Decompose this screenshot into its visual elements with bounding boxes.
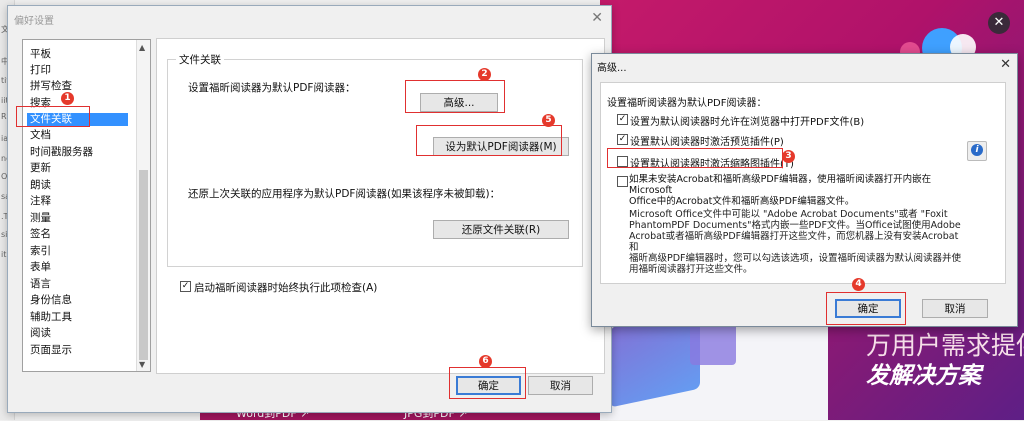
advanced-dialog-title: 高级... — [597, 63, 627, 74]
preferences-dialog: 偏好设置 ✕ 平板 打印 拼写检查 搜索 文件关联 文档 时间戳服务器 更新 朗… — [7, 5, 612, 413]
preview-plugin-label[interactable]: 设置默认阅读器时激活预览插件(P) — [630, 133, 784, 148]
category-scrollbar[interactable]: ▲ ▼ — [136, 40, 150, 371]
category-item[interactable]: 辅助工具 — [30, 311, 72, 324]
info-glyph: i — [971, 144, 983, 156]
category-item[interactable]: 朗读 — [30, 179, 51, 192]
step-badge: 4 — [852, 278, 865, 291]
scroll-down-icon[interactable]: ▼ — [139, 360, 145, 369]
advanced-panel: 设置福昕阅读器为默认PDF阅读器： ✓ 设置为默认阅读器时允许在浏览器中打开PD… — [600, 82, 1006, 284]
highlight-box — [16, 106, 90, 127]
step-badge: 2 — [478, 68, 491, 81]
restore-label: 还原上次关联的应用程序为默认PDF阅读器(如果该程序未被卸载)： — [188, 188, 501, 200]
category-item[interactable]: 身份信息 — [30, 294, 72, 307]
highlight-box — [416, 125, 562, 156]
advanced-cancel-button[interactable]: 取消 — [922, 299, 988, 318]
info-icon[interactable]: i — [967, 141, 987, 161]
category-item[interactable]: 打印 — [30, 64, 51, 77]
category-item[interactable]: 时间戳服务器 — [30, 146, 93, 159]
file-association-group: 文件关联 设置福昕阅读器为默认PDF阅读器： 高级... 设为默认PDF阅读器(… — [167, 52, 583, 267]
description-line: 用福昕阅读器打开这些文件。 — [629, 264, 753, 275]
description-line: Microsoft Office文件中可能以 "Adobe Acrobat Do… — [629, 209, 948, 220]
office-open-checkbox[interactable] — [617, 176, 628, 187]
category-item[interactable]: 文档 — [30, 129, 51, 142]
category-item[interactable]: 注释 — [30, 195, 51, 208]
settings-panel: 文件关联 设置福昕阅读器为默认PDF阅读器： 高级... 设为默认PDF阅读器(… — [156, 38, 605, 374]
highlight-box — [607, 148, 783, 168]
description-line: PhantomPDF Documents"格式内嵌一些PDF文件。当Office… — [629, 220, 961, 231]
highlight-box — [405, 80, 505, 113]
step-badge: 3 — [782, 150, 795, 163]
office-open-label[interactable]: 如果未安装Acrobat和福昕高级PDF编辑器，使用福昕阅读器打开内嵌在Micr… — [629, 174, 964, 207]
step-badge: 5 — [542, 114, 555, 127]
cancel-button[interactable]: 取消 — [528, 376, 593, 395]
browser-open-checkbox[interactable]: ✓ — [617, 114, 628, 125]
close-icon[interactable]: ✕ — [591, 10, 603, 26]
office-open-label-line: 如果未安装Acrobat和福昕高级PDF编辑器，使用福昕阅读器打开内嵌在Micr… — [629, 174, 932, 196]
startup-check-label[interactable]: 启动福昕阅读器时始终执行此项检查(A) — [194, 280, 377, 295]
scroll-up-icon[interactable]: ▲ — [139, 43, 145, 52]
category-item[interactable]: 表单 — [30, 261, 51, 274]
category-item[interactable]: 索引 — [30, 245, 51, 258]
startup-check-checkbox[interactable]: ✓ — [180, 281, 191, 292]
office-open-label-line: Office中的Acrobat文件和福昕高级PDF编辑器文件。 — [629, 196, 855, 207]
office-description: Microsoft Office文件中可能以 "Adobe Acrobat Do… — [629, 209, 964, 275]
advanced-dialog: 高级... ✕ 设置福昕阅读器为默认PDF阅读器： ✓ 设置为默认阅读器时允许在… — [591, 53, 1018, 327]
advanced-heading: 设置福昕阅读器为默认PDF阅读器： — [607, 98, 767, 109]
description-line: 福昕高级PDF编辑器时，您可以勾选该选项，设置福昕阅读器为默认阅读器并使 — [629, 253, 962, 264]
category-list[interactable]: 平板 打印 拼写检查 搜索 文件关联 文档 时间戳服务器 更新 朗读 注释 测量… — [22, 39, 151, 372]
step-badge: 1 — [61, 92, 74, 105]
highlight-box — [449, 367, 526, 399]
category-item[interactable]: 页面显示 — [30, 344, 72, 357]
browser-open-label[interactable]: 设置为默认阅读器时允许在浏览器中打开PDF文件(B) — [630, 113, 864, 128]
category-item[interactable]: 阅读 — [30, 327, 51, 340]
restore-association-button[interactable]: 还原文件关联(R) — [433, 220, 569, 239]
step-badge: 6 — [479, 355, 492, 368]
highlight-box — [826, 292, 906, 325]
group-title: 文件关联 — [176, 52, 224, 67]
category-item[interactable]: 更新 — [30, 162, 51, 175]
banner-slogan: 发解决方案 — [866, 363, 981, 389]
close-icon[interactable]: ✕ — [1000, 57, 1011, 72]
bg-close-icon[interactable]: ✕ — [988, 12, 1010, 34]
category-item[interactable]: 拼写检查 — [30, 80, 72, 93]
category-item[interactable]: 语言 — [30, 278, 51, 291]
preview-plugin-checkbox[interactable]: ✓ — [617, 134, 628, 145]
category-item[interactable]: 测量 — [30, 212, 51, 225]
category-item[interactable]: 平板 — [30, 48, 51, 61]
dialog-title: 偏好设置 — [14, 16, 54, 27]
set-default-label: 设置福昕阅读器为默认PDF阅读器： — [188, 82, 356, 94]
description-line: Acrobat或者福昕高级PDF编辑器打开这些文件，而您机器上没有安装Acrob… — [629, 231, 959, 253]
scroll-thumb[interactable] — [139, 170, 148, 360]
category-item[interactable]: 签名 — [30, 228, 51, 241]
